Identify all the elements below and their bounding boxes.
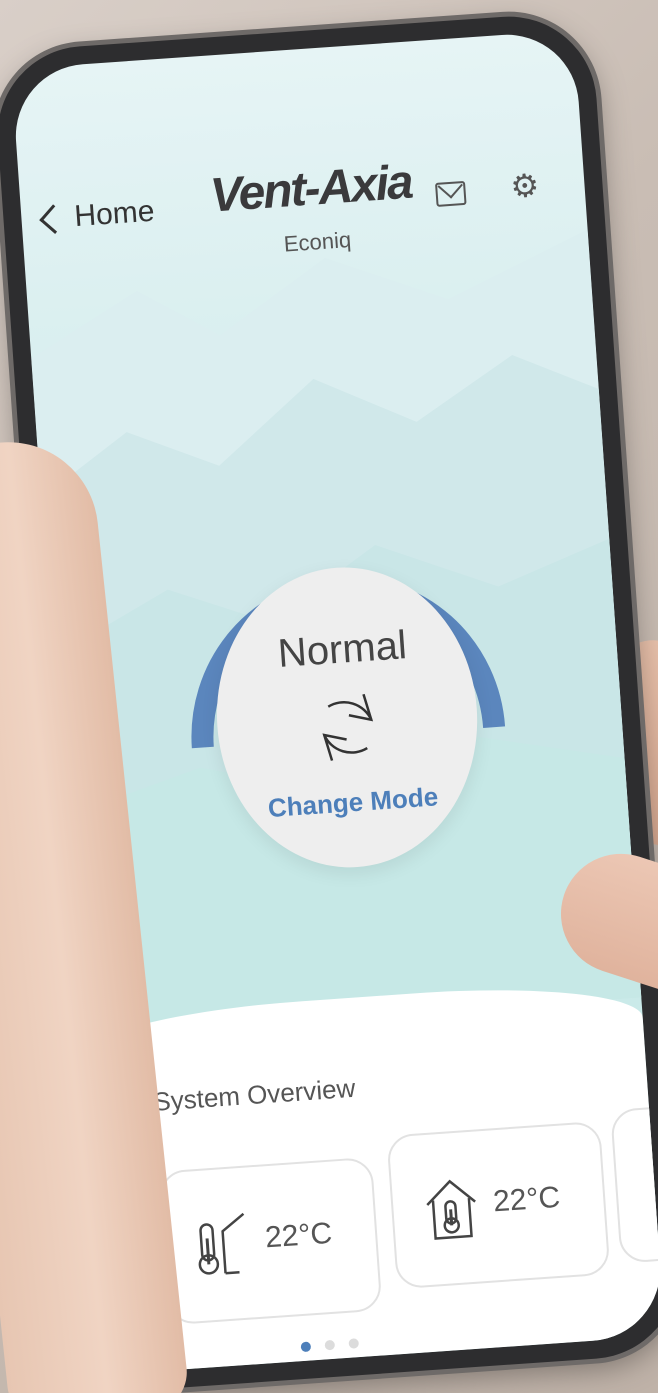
mail-icon[interactable] [434, 180, 467, 207]
pagination-dots [300, 1338, 360, 1353]
pagination-dot[interactable] [348, 1338, 360, 1349]
mode-label: Normal [276, 623, 409, 677]
pagination-dot-active[interactable] [300, 1341, 312, 1353]
outdoor-temperature-value: 22°C [264, 1216, 334, 1255]
photo-scene: Home Vent-Axia Econiq ⚙ Normal Change Mo… [0, 0, 658, 1393]
back-button[interactable]: Home [39, 194, 156, 237]
outdoor-temperature-card[interactable]: 22°C [158, 1156, 383, 1326]
gear-icon[interactable]: ⚙ [509, 166, 545, 206]
section-title: System Overview [152, 1072, 357, 1117]
product-subtitle: Econiq [283, 226, 352, 257]
brand-logo: Vent-Axia [208, 155, 414, 223]
back-label: Home [73, 194, 156, 234]
indoor-temperature-icon [426, 1179, 476, 1240]
next-card-peek[interactable] [610, 1105, 658, 1264]
indoor-temperature-card[interactable]: 22°C [386, 1120, 611, 1290]
outdoor-temperature-icon [198, 1212, 245, 1275]
pagination-dot[interactable] [324, 1339, 336, 1351]
indoor-temperature-value: 22°C [492, 1180, 562, 1219]
chevron-left-icon [39, 203, 69, 234]
cycle-icon [322, 693, 374, 761]
mode-dial: Normal Change Mode [172, 487, 521, 928]
